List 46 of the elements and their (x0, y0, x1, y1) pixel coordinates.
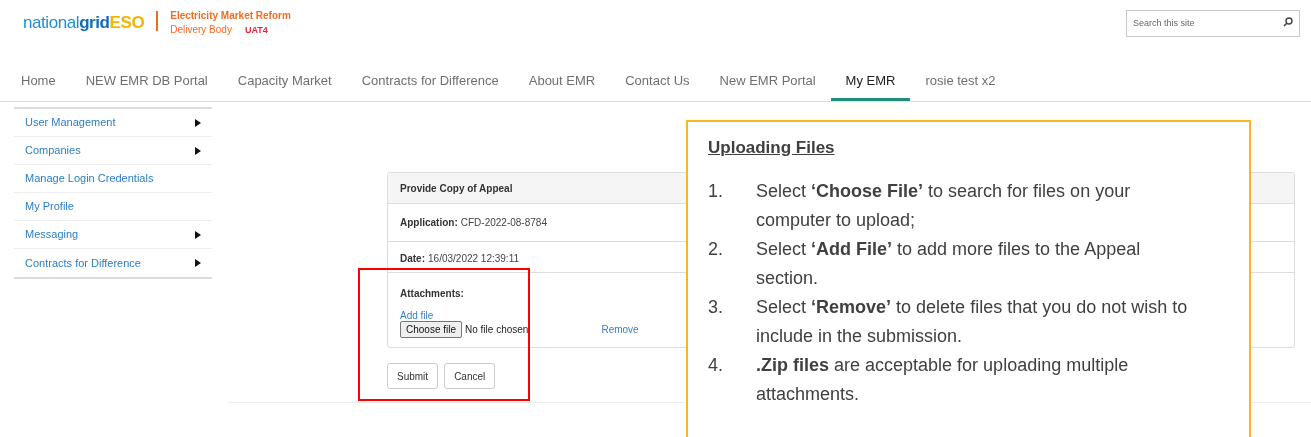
field-value: CFD-2022-08-8784 (460, 216, 547, 230)
form-button[interactable]: Cancel (444, 363, 496, 389)
sidebar-link[interactable]: Contracts for Difference (25, 254, 141, 272)
search-field[interactable]: Search this site (1126, 9, 1300, 37)
list-number: 2. (708, 237, 724, 261)
site-subtitle: Delivery Body (170, 24, 232, 36)
sidebar-link[interactable]: Manage Login Credentials (25, 170, 154, 187)
nav-tab[interactable]: About EMR (513, 71, 611, 101)
nav-tab[interactable]: New EMR Portal (704, 71, 831, 101)
nav-tab[interactable]: rosie test x2 (910, 71, 1011, 101)
search-icon (1283, 17, 1293, 27)
field-label: Application: (400, 216, 458, 230)
submenu-arrow-icon (195, 230, 201, 239)
site-subtitle: Electricity Market Reform (170, 10, 291, 22)
field-value: 16/03/2022 12:39:11 (428, 252, 520, 266)
panel-title: Provide Copy of Appeal (400, 181, 513, 196)
remove-link[interactable]: Remove (601, 322, 639, 337)
sidebar-link[interactable]: Companies (25, 142, 81, 159)
nav-tab[interactable]: NEW EMR DB Portal (70, 71, 223, 101)
instruction-text: .Zip files are acceptable for uploading multiple attachments. (756, 353, 1130, 406)
submenu-arrow-icon (195, 146, 201, 155)
instruction-text: Select ‘Remove’ to delete files that you do not wish to include in the submission. (756, 295, 1189, 348)
logo-text: nationalgridESO (23, 12, 145, 34)
submenu-arrow-icon (195, 259, 201, 267)
callout-title: Uploading Files (708, 137, 836, 159)
sidebar-link[interactable]: User Management (25, 114, 116, 131)
instruction-text: Select ‘Choose File’ to search for files on your computer to upload; (756, 179, 1132, 232)
sidebar-link[interactable]: My Profile (25, 198, 74, 215)
attachments-label: Attachments: (400, 287, 465, 301)
list-number: 1. (708, 179, 724, 203)
nav-tab[interactable]: Contact Us (610, 71, 705, 101)
nav-tab[interactable]: Capacity Market (222, 71, 347, 101)
form-button[interactable]: Submit (387, 363, 439, 389)
field-label: Date: (400, 252, 425, 266)
add-file-link[interactable]: Add file (400, 310, 434, 321)
sidebar-link[interactable]: Messaging (25, 226, 79, 243)
file-status: No file chosen (465, 323, 529, 337)
submenu-arrow-icon (195, 118, 201, 127)
list-number: 4. (708, 353, 724, 377)
choose-file-button[interactable]: Choose file (400, 321, 463, 338)
instruction-text: Select ‘Add File’ to add more files to the Appeal section. (756, 237, 1142, 290)
environment-label: UAT4 (244, 24, 268, 36)
nav-tab[interactable]: Home (6, 71, 71, 101)
list-number: 3. (708, 295, 724, 319)
nav-tab[interactable]: Contracts for Difference (346, 71, 514, 101)
nav-tab[interactable]: My EMR (830, 71, 911, 101)
